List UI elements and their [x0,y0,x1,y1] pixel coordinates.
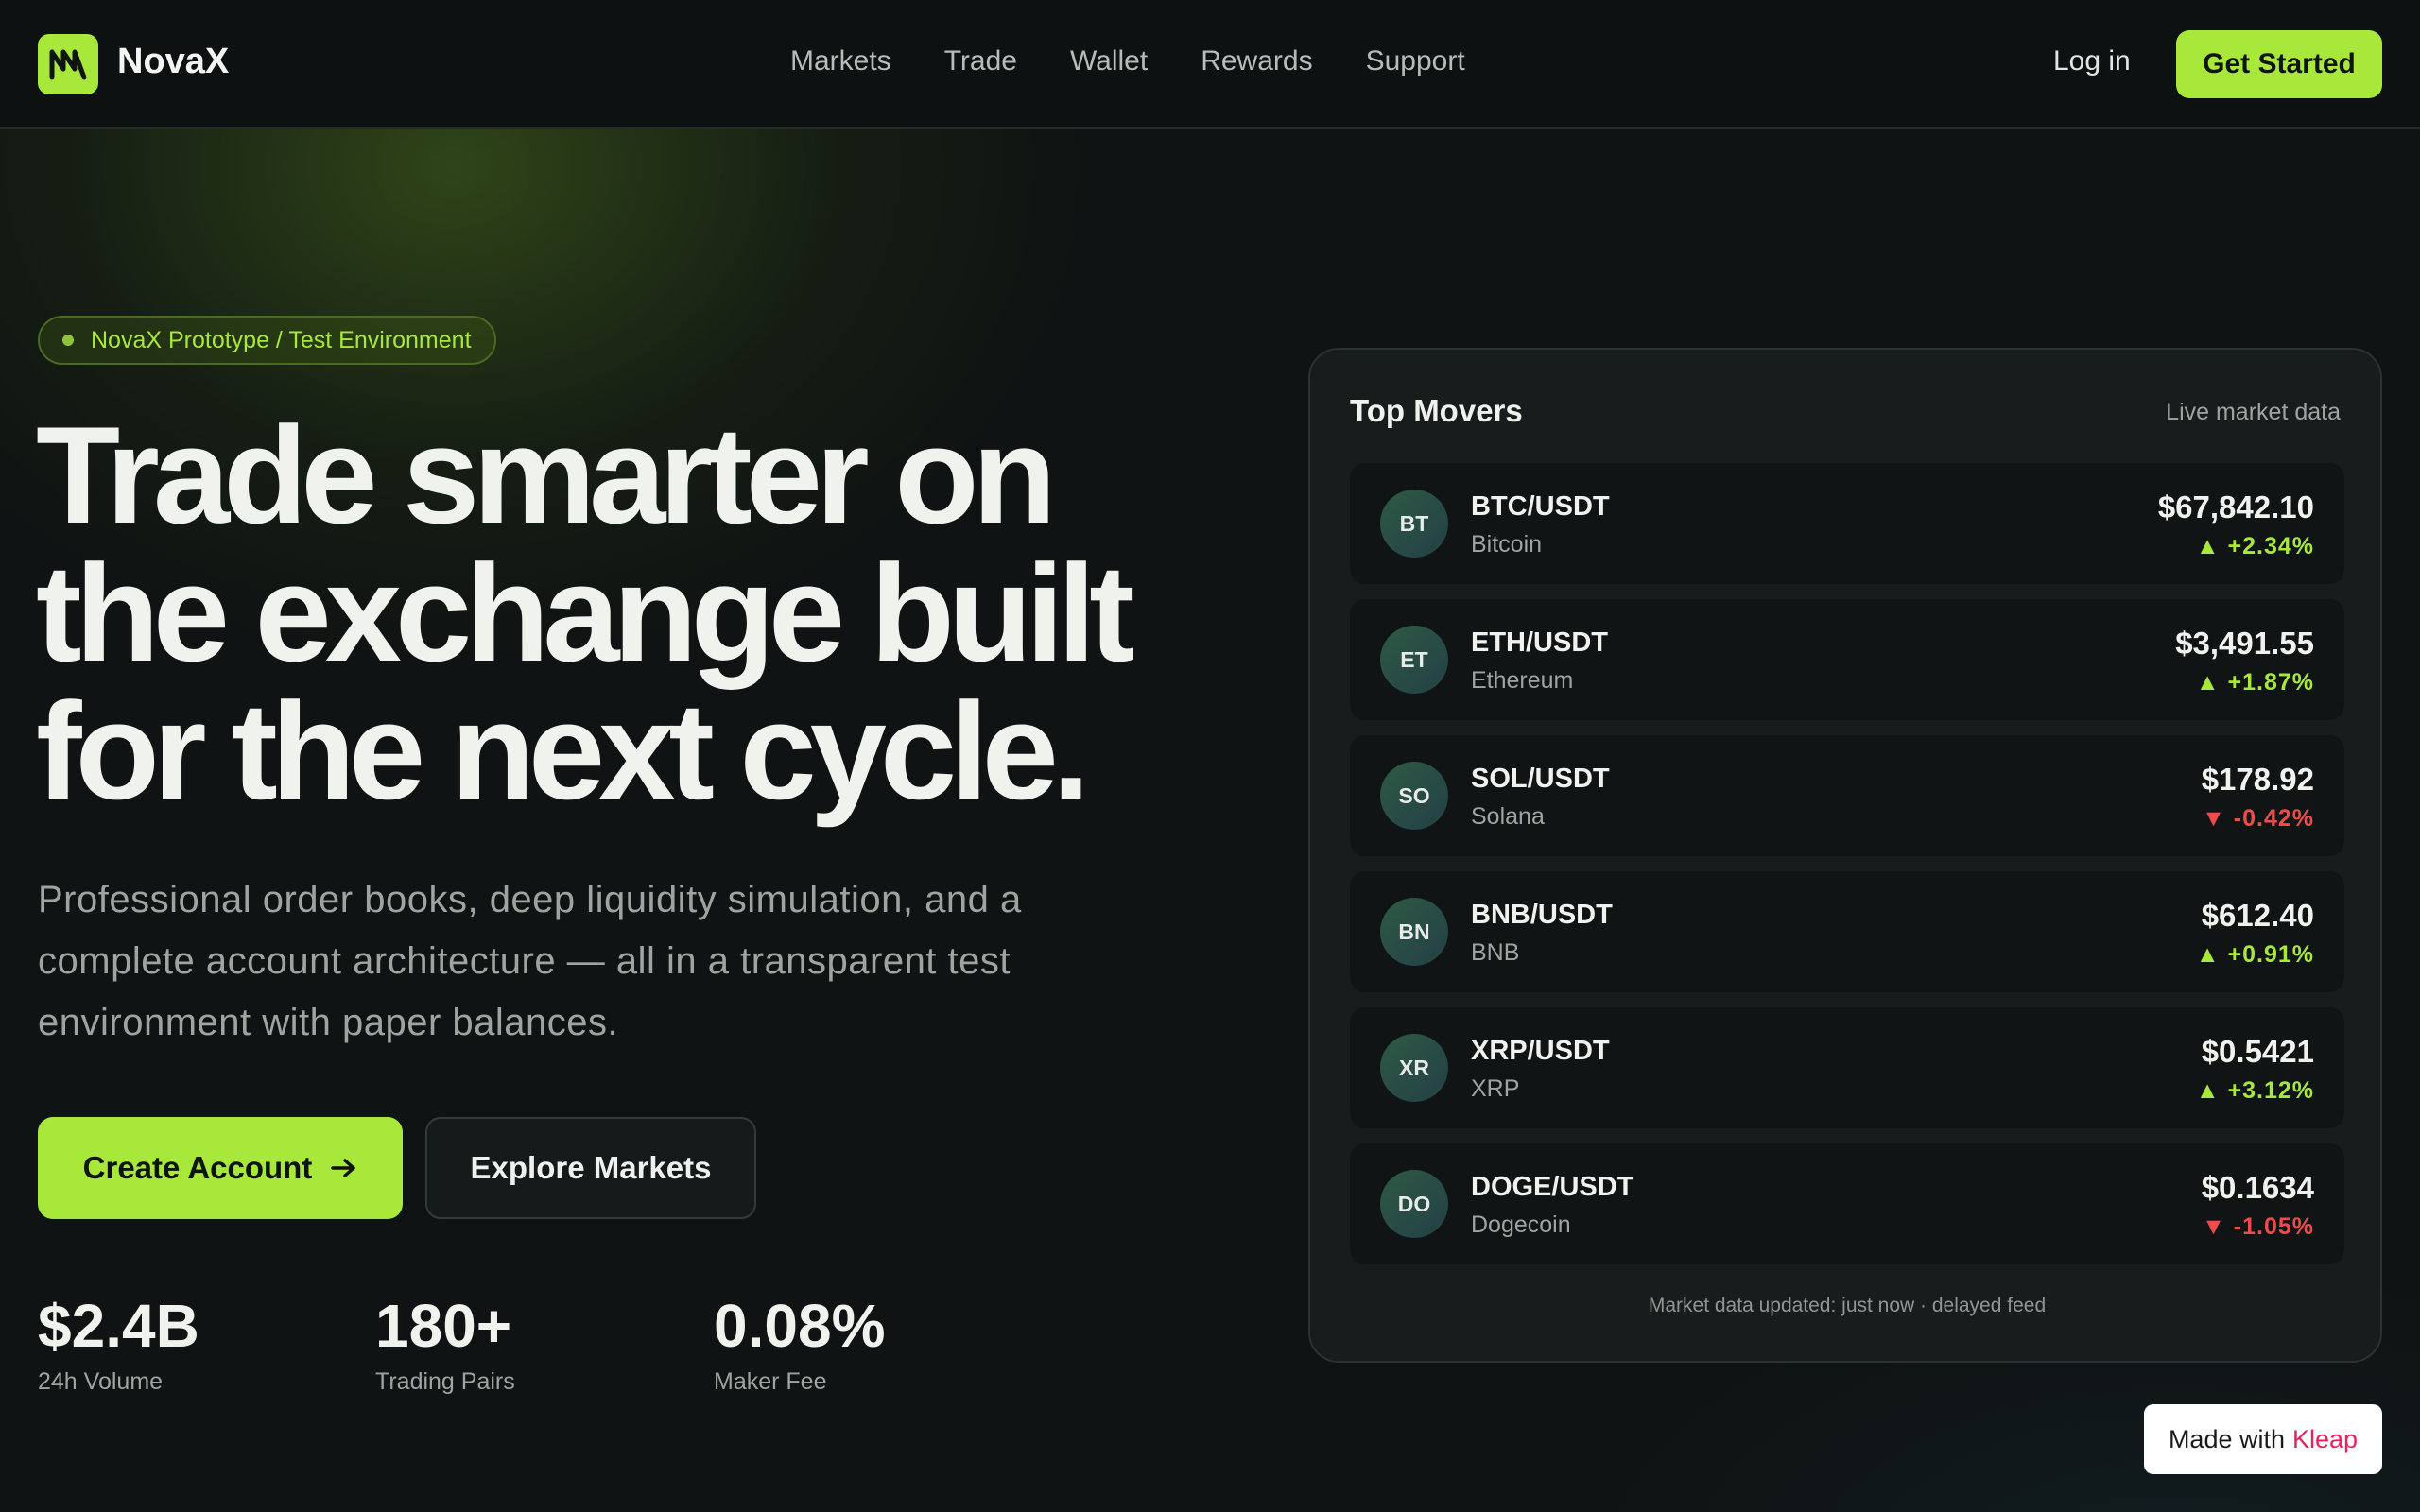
get-started-button[interactable]: Get Started [2176,30,2382,98]
pair-symbol: ETH/USDT [1471,627,1608,658]
pair-symbol: DOGE/USDT [1471,1172,1634,1202]
coin-name: Dogecoin [1471,1211,1571,1238]
pair-price: $0.1634 [2201,1170,2314,1205]
mover-row[interactable]: BN BNB/USDT BNB $612.40 ▲ +0.91% [1350,871,2344,992]
brand-logo[interactable] [38,34,98,94]
explore-markets-button[interactable]: Explore Markets [425,1117,756,1219]
brand-name[interactable]: NovaX [117,42,229,82]
coin-name: XRP [1471,1075,1520,1102]
price-change-value: +1.87% [2227,669,2314,696]
pair-symbol: SOL/USDT [1471,764,1610,794]
stat-value: 0.08% [714,1292,886,1360]
coin-avatar: SO [1380,762,1448,830]
pair-price: $612.40 [2201,898,2314,933]
coin-avatar: DO [1380,1170,1448,1238]
nav-item-trade[interactable]: Trade [944,45,1017,77]
mover-row[interactable]: ET ETH/USDT Ethereum $3,491.55 ▲ +1.87% [1350,599,2344,720]
nav-item-markets[interactable]: Markets [790,45,891,77]
triangle-up-icon: ▲ [2195,1077,2221,1104]
stat-label: Trading Pairs [375,1368,515,1395]
stat-value: 180+ [375,1292,512,1360]
create-account-label: Create Account [82,1150,313,1185]
coin-name: BNB [1471,939,1520,966]
mover-row[interactable]: XR XRP/USDT XRP $0.5421 ▲ +3.12% [1350,1007,2344,1128]
environment-badge-label: NovaX Prototype / Test Environment [91,327,472,353]
hero-subtitle: Professional order books, deep liquidity… [38,879,1022,1043]
pair-symbol: XRP/USDT [1471,1036,1610,1066]
pair-price: $67,842.10 [2157,490,2314,524]
triangle-down-icon: ▼ [2202,1213,2226,1240]
arrow-right-icon [331,1159,356,1177]
pair-symbol: BNB/USDT [1471,900,1613,930]
nm-monogram-icon [49,49,87,80]
coin-name: Ethereum [1471,667,1574,694]
create-account-button[interactable]: Create Account [38,1117,403,1219]
hero-title-line-3: for the next cycle. [36,674,1090,828]
pair-symbol: BTC/USDT [1471,491,1610,522]
coin-name: Solana [1471,803,1545,830]
nav-item-support[interactable]: Support [1366,45,1465,77]
login-link[interactable]: Log in [2053,45,2131,77]
pair-price: $3,491.55 [2175,626,2314,661]
stat-value: $2.4B [38,1292,199,1360]
triangle-up-icon: ▲ [2195,669,2221,696]
mover-row[interactable]: BT BTC/USDT Bitcoin $67,842.10 ▲ +2.34% [1350,463,2344,584]
stat-label: 24h Volume [38,1368,164,1395]
mover-row[interactable]: DO DOGE/USDT Dogecoin $0.1634 ▼ -1.05% [1350,1143,2344,1264]
mover-row[interactable]: SO SOL/USDT Solana $178.92 ▼ -0.42% [1350,735,2344,856]
price-change: ▼ -0.42% [2202,805,2314,833]
hero-title-line-1: Trade smarter on [36,398,1057,552]
price-change: ▼ -1.05% [2202,1213,2314,1241]
main-nav: Markets Trade Wallet Rewards Support [790,45,1465,77]
price-change-value: +0.91% [2227,941,2314,968]
price-change: ▲ +3.12% [2196,1077,2314,1105]
triangle-up-icon: ▲ [2195,533,2221,559]
price-change-value: -0.42% [2233,805,2314,832]
price-change: ▲ +0.91% [2196,941,2314,969]
nav-item-wallet[interactable]: Wallet [1070,45,1148,77]
stat-volume: $2.4B 24h Volume [38,1293,359,1396]
price-change: ▲ +2.34% [2196,533,2314,560]
pair-price: $178.92 [2201,762,2314,797]
live-data-label: Live market data [2166,399,2341,425]
price-change-value: +3.12% [2227,1077,2314,1104]
top-header: NovaX Markets Trade Wallet Rewards Suppo… [0,0,2420,129]
top-movers-title: Top Movers [1350,393,1523,428]
stat-pairs: 180+ Trading Pairs [375,1293,697,1396]
coin-avatar: ET [1380,626,1448,694]
environment-badge: NovaX Prototype / Test Environment [38,316,496,365]
price-change-value: +2.34% [2227,533,2314,559]
coin-name: Bitcoin [1471,531,1543,558]
coin-avatar: BN [1380,898,1448,966]
hero-title-line-2: the exchange built [36,536,1135,690]
hero-title: Trade smarter on the exchange built for … [36,406,1246,820]
status-dot-icon [62,335,74,346]
stat-maker-fee: 0.08% Maker Fee [714,1293,1035,1396]
price-change-value: -1.05% [2233,1213,2314,1240]
price-change: ▲ +1.87% [2196,669,2314,696]
coin-avatar: XR [1380,1034,1448,1102]
pair-price: $0.5421 [2201,1034,2314,1069]
triangle-down-icon: ▼ [2202,805,2226,832]
nav-item-rewards[interactable]: Rewards [1201,45,1312,77]
made-with-prefix: Made with [2168,1424,2285,1453]
coin-avatar: BT [1380,490,1448,558]
made-with-brand: Kleap [2292,1424,2359,1453]
stat-label: Maker Fee [714,1368,827,1395]
top-movers-card: Top Movers Live market data BT BTC/USDT Bi… [1308,348,2382,1363]
triangle-up-icon: ▲ [2195,941,2221,968]
market-data-footnote: Market data updated: just now · delayed … [1648,1295,2047,1316]
made-with-badge[interactable]: Made with Kleap [2144,1404,2382,1474]
